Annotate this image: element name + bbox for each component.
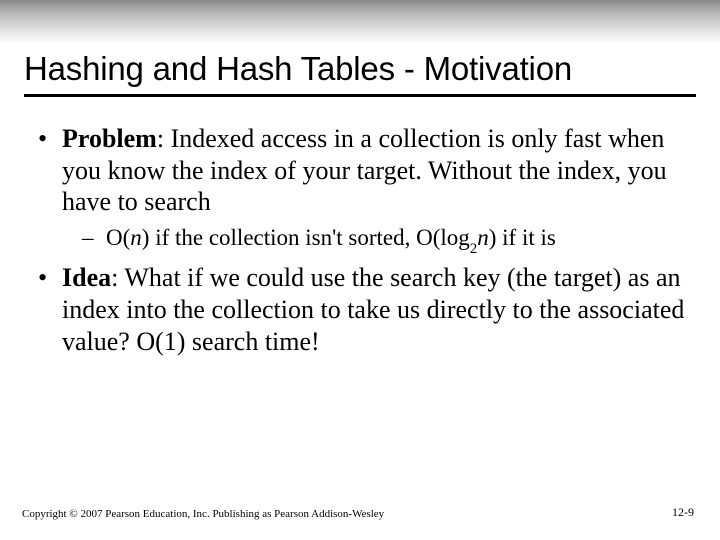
bullet-problem: Problem: Indexed access in a collection … bbox=[42, 123, 696, 256]
slide-body: Problem: Indexed access in a collection … bbox=[24, 123, 696, 358]
bullet-problem-label: Problem bbox=[62, 124, 157, 153]
title-underline bbox=[24, 94, 696, 97]
complexity-post: ) if it is bbox=[489, 225, 556, 250]
complexity-pre: O( bbox=[106, 225, 130, 250]
page-number: 12-9 bbox=[672, 505, 694, 520]
complexity-n2: n bbox=[477, 225, 489, 250]
bullet-idea-label: Idea bbox=[62, 263, 111, 292]
sub-bullet-complexity: O(n) if the collection isn't sorted, O(l… bbox=[88, 224, 696, 256]
complexity-mid: ) if the collection isn't sorted, O(log bbox=[142, 225, 470, 250]
sub-bullet-list: O(n) if the collection isn't sorted, O(l… bbox=[62, 224, 696, 256]
slide-title: Hashing and Hash Tables - Motivation bbox=[24, 50, 696, 88]
complexity-n1: n bbox=[130, 225, 142, 250]
bullet-idea-text: : What if we could use the search key (t… bbox=[62, 263, 684, 355]
complexity-sub: 2 bbox=[470, 241, 477, 257]
bullet-idea: Idea: What if we could use the search ke… bbox=[42, 262, 696, 357]
copyright-footer: Copyright © 2007 Pearson Education, Inc.… bbox=[22, 508, 384, 520]
slide-container: Hashing and Hash Tables - Motivation Pro… bbox=[0, 0, 720, 540]
bullet-list: Problem: Indexed access in a collection … bbox=[26, 123, 696, 358]
